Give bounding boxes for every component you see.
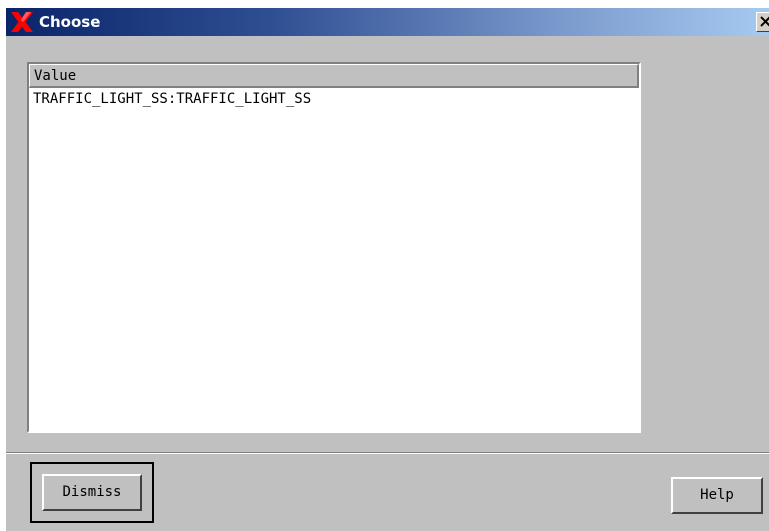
value-list[interactable]: Value TRAFFIC_LIGHT_SS:TRAFFIC_LIGHT_SS bbox=[27, 62, 641, 433]
close-button[interactable] bbox=[756, 12, 769, 32]
column-header-label: Value bbox=[34, 68, 77, 84]
choose-dialog: Choose Value TRAFFIC_LIGHT_SS:TRAFFIC_LI… bbox=[6, 8, 769, 531]
title-bar[interactable]: Choose bbox=[6, 8, 769, 36]
help-button[interactable]: Help bbox=[671, 477, 763, 514]
column-header-value[interactable]: Value bbox=[29, 64, 639, 88]
x-window-icon bbox=[11, 12, 33, 32]
close-icon bbox=[760, 16, 769, 27]
default-button-frame: Dismiss bbox=[30, 462, 154, 523]
list-item[interactable]: TRAFFIC_LIGHT_SS:TRAFFIC_LIGHT_SS bbox=[33, 90, 633, 110]
window-title: Choose bbox=[39, 13, 101, 31]
divider-highlight bbox=[6, 453, 769, 454]
dismiss-button[interactable]: Dismiss bbox=[42, 474, 142, 511]
